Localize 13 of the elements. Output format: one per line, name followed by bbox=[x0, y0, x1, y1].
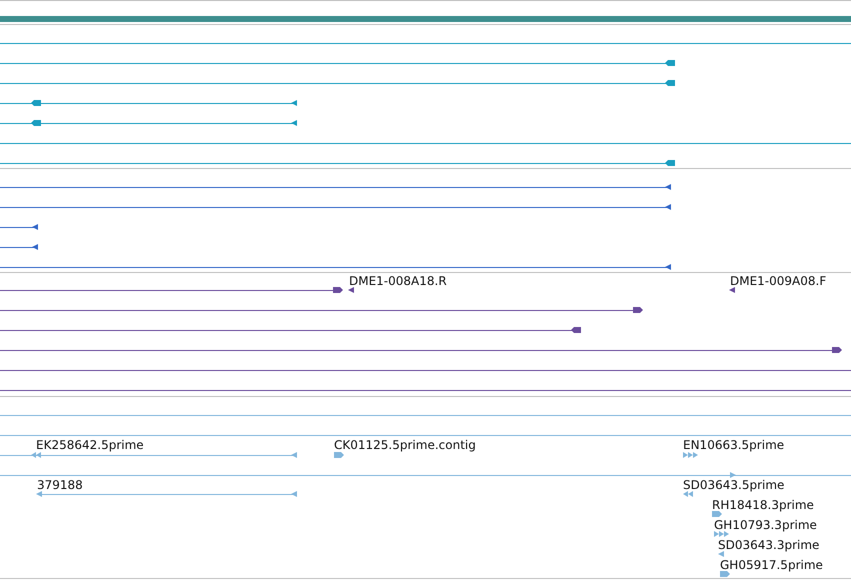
feature-label: SD03643.3prime bbox=[718, 538, 820, 552]
feature-line bbox=[0, 247, 36, 248]
feature-label: EK258642.5prime bbox=[36, 438, 144, 452]
feature-label: DME1-008A18.R bbox=[349, 274, 447, 288]
feature-line bbox=[0, 227, 36, 228]
feature-label: SD03643.5prime bbox=[683, 478, 784, 492]
feature-label: 379188 bbox=[37, 478, 83, 492]
feature-label: CK01125.5prime.contig bbox=[334, 438, 476, 452]
feature-label: DME1-009A08.F bbox=[730, 274, 826, 288]
feature-label: EN10663.5prime bbox=[683, 438, 784, 452]
feature-label: GH10793.3prime bbox=[714, 518, 817, 532]
feature-label: RH18418.3prime bbox=[712, 498, 814, 512]
feature-label: GH05917.5prime bbox=[720, 558, 823, 572]
